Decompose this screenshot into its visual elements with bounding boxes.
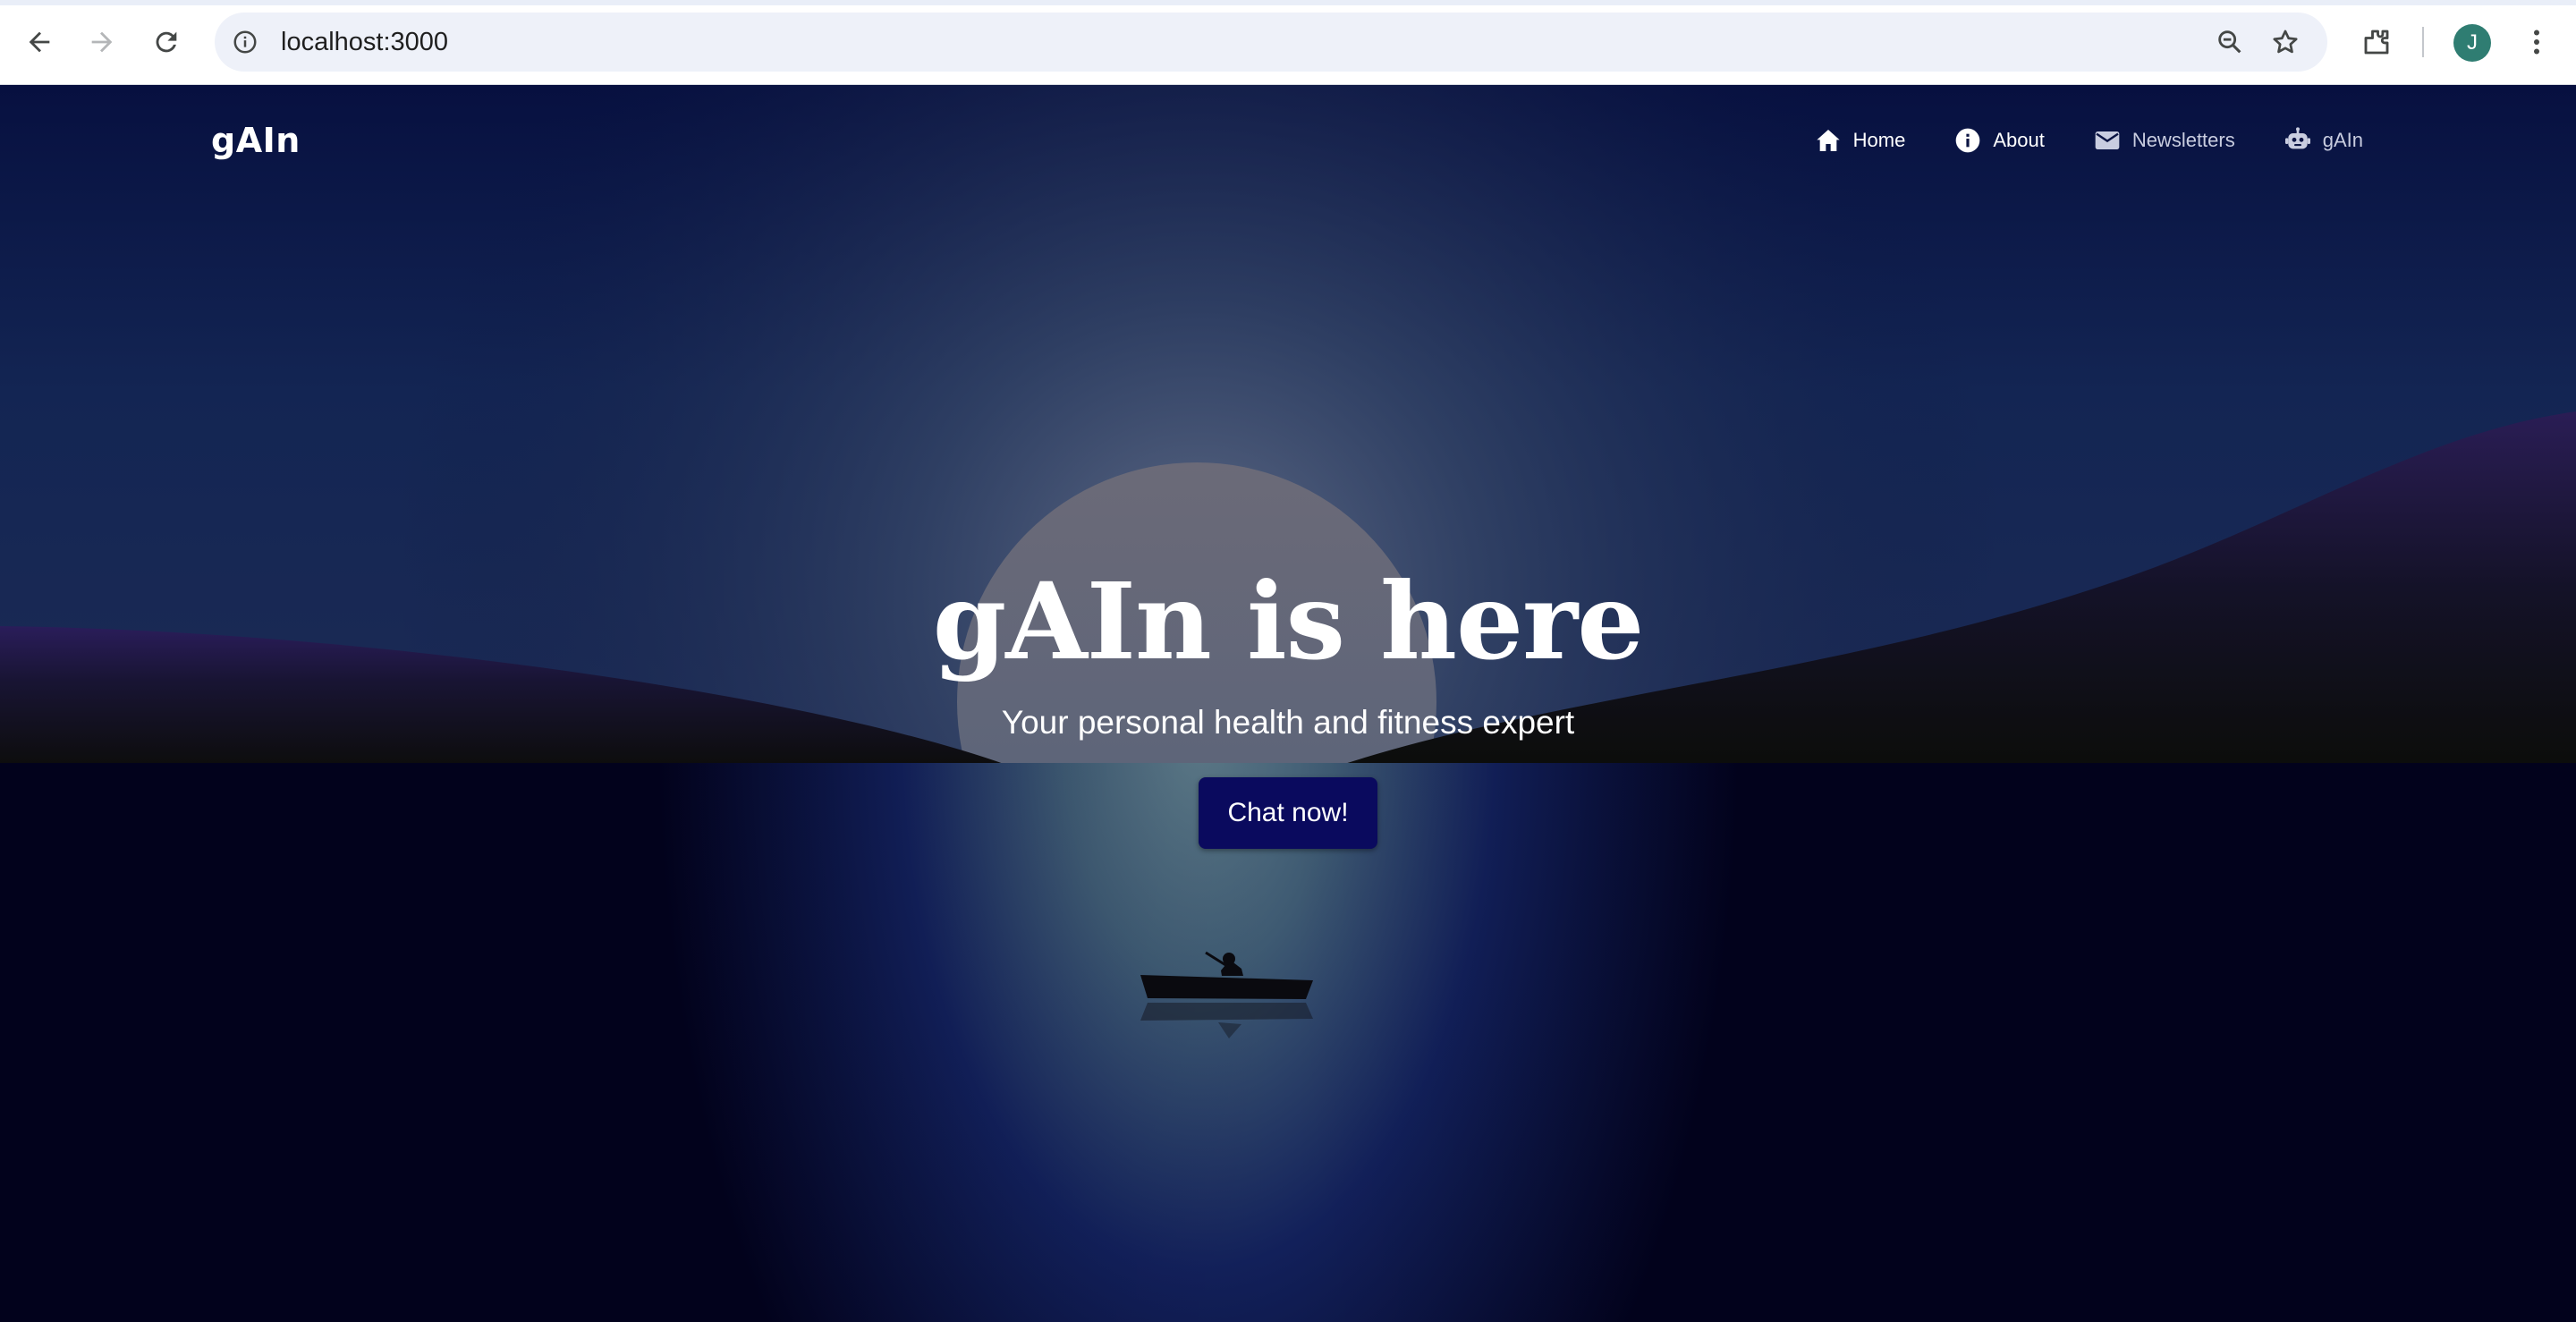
info-icon <box>1955 128 1980 153</box>
arrow-left-icon <box>29 31 50 53</box>
puzzle-icon <box>2364 30 2389 55</box>
profile-avatar[interactable]: J <box>2453 24 2491 62</box>
site-info-button[interactable] <box>227 24 263 60</box>
nav-gain[interactable]: gAIn <box>2284 126 2363 155</box>
mail-icon <box>2095 131 2120 149</box>
site-nav: Home About Newsletters gAIn <box>1814 126 2363 155</box>
landing-page: gAIn Home About Newsletters gAIn gAIn is… <box>0 85 2576 1322</box>
nav-about[interactable]: About <box>1953 126 2045 155</box>
star-icon <box>2273 30 2298 54</box>
zoom-out-icon <box>2218 30 2241 54</box>
forward-button[interactable] <box>80 20 124 64</box>
hero-title: gAIn is here <box>932 559 1645 683</box>
chat-now-button[interactable]: Chat now! <box>1199 777 1377 849</box>
home-icon <box>1816 130 1840 151</box>
browser-menu-button[interactable] <box>2514 20 2559 64</box>
address-bar[interactable]: localhost:3000 <box>215 13 2327 72</box>
nav-gain-label: gAIn <box>2322 129 2363 151</box>
hero-subtitle: Your personal health and fitness expert <box>1001 704 1575 741</box>
browser-toolbar: localhost:3000 J <box>0 0 2576 85</box>
url-text[interactable]: localhost:3000 <box>281 13 448 72</box>
reload-button[interactable] <box>144 20 189 64</box>
kebab-menu-icon <box>2534 30 2539 55</box>
nav-home[interactable]: Home <box>1814 126 1906 155</box>
tab-strip-edge <box>0 0 2576 5</box>
back-button[interactable] <box>17 20 62 64</box>
robot-icon <box>2284 127 2310 149</box>
info-icon <box>233 30 257 54</box>
nav-newsletters[interactable]: Newsletters <box>2093 126 2235 155</box>
bookmark-button[interactable] <box>2267 24 2303 60</box>
reload-icon <box>156 31 177 53</box>
nav-home-label: Home <box>1852 129 1906 151</box>
site-logo[interactable]: gAIn <box>211 121 301 160</box>
extensions-button[interactable] <box>2354 20 2399 64</box>
arrow-right-icon <box>91 31 113 53</box>
nav-newsletters-label: Newsletters <box>2131 129 2235 151</box>
zoom-button[interactable] <box>2212 24 2248 60</box>
nav-about-label: About <box>1993 129 2045 151</box>
toolbar-divider <box>2422 27 2424 57</box>
